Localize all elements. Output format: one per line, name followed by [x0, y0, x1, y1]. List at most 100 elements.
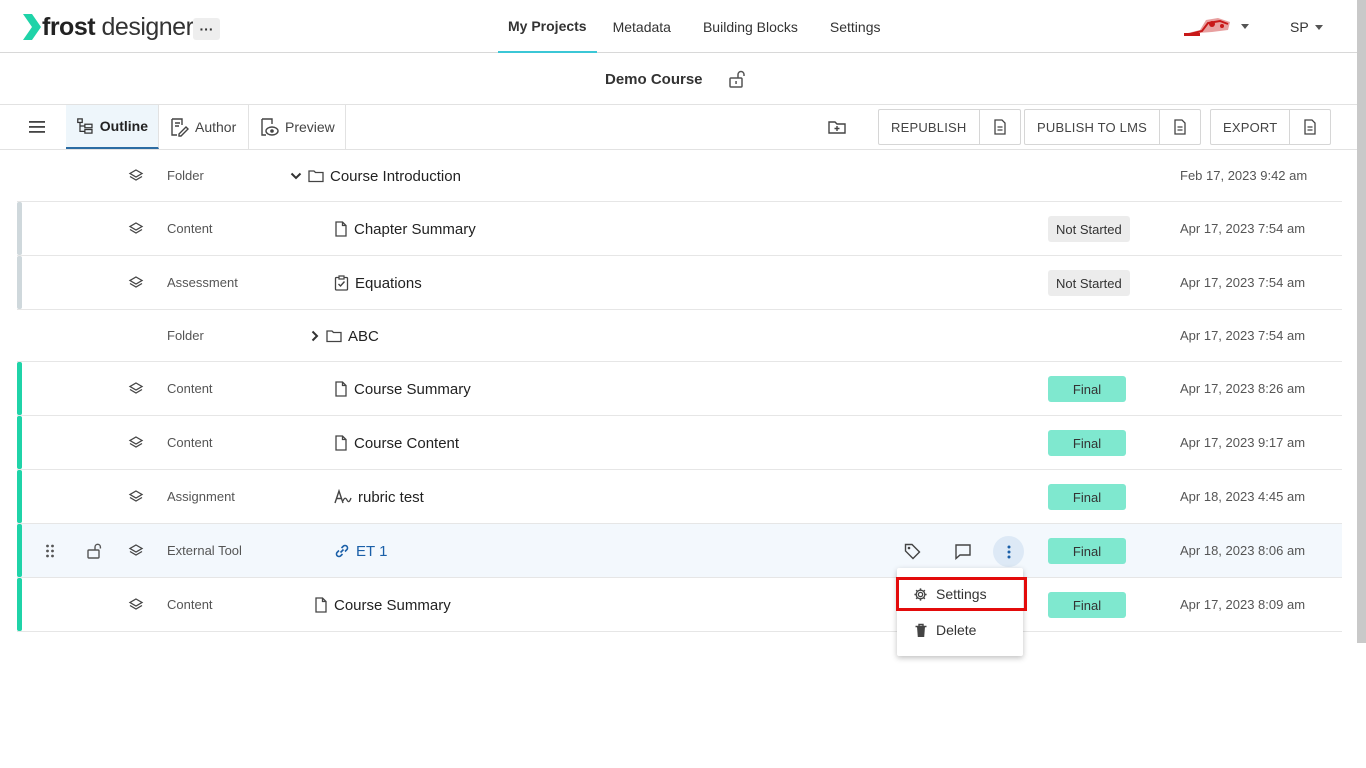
- chevron-down-icon[interactable]: [290, 171, 302, 181]
- item-name[interactable]: Course Summary: [334, 597, 451, 614]
- item-name[interactable]: ET 1: [356, 543, 387, 560]
- tab-author[interactable]: Author: [159, 105, 249, 149]
- menu-item-delete[interactable]: Delete: [897, 613, 1023, 647]
- table-row[interactable]: Assignment rubric test Final Apr 18, 2023 4…: [17, 470, 1342, 524]
- republish-log-button[interactable]: [978, 110, 1020, 144]
- item-type: Content: [167, 221, 213, 236]
- table-row[interactable]: External Tool ET 1 Final Apr 18, 2023 8:06 …: [17, 524, 1342, 578]
- tab-outline[interactable]: Outline: [66, 105, 159, 149]
- item-name[interactable]: Equations: [355, 275, 422, 292]
- layers-icon[interactable]: [128, 221, 144, 237]
- frost-designer-logo[interactable]: frost designer: [23, 12, 194, 42]
- table-row[interactable]: Content Course Content Final Apr 17, 2023 9…: [17, 416, 1342, 470]
- document-icon: [314, 597, 328, 613]
- table-row[interactable]: Content Chapter Summary Not Started Apr 17,…: [17, 202, 1342, 256]
- item-title[interactable]: ET 1: [334, 541, 387, 561]
- chevron-right-icon[interactable]: [310, 330, 320, 342]
- tab-preview[interactable]: Preview: [249, 105, 346, 149]
- item-title[interactable]: Course Summary: [314, 595, 451, 615]
- export-button-group: EXPORT: [1210, 109, 1332, 145]
- more-menu-button[interactable]: ···: [193, 18, 220, 40]
- more-actions-button[interactable]: [993, 536, 1024, 567]
- modified-date: Apr 17, 2023 9:17 am: [1180, 435, 1306, 450]
- nav-my-projects[interactable]: My Projects: [498, 0, 597, 53]
- status-badge: Not Started: [1048, 270, 1130, 296]
- table-row[interactable]: Assessment Equations Not Started Apr 17, 20…: [17, 256, 1342, 310]
- layers-icon[interactable]: [128, 168, 144, 184]
- page-scrollbar[interactable]: [1357, 0, 1366, 643]
- item-title[interactable]: Course Content: [334, 433, 459, 453]
- modified-date: Apr 17, 2023 8:26 am: [1180, 381, 1306, 396]
- tab-preview-label: Preview: [285, 119, 335, 135]
- layers-icon[interactable]: [128, 435, 144, 451]
- table-row[interactable]: Content Course Summary Final Apr 17, 2023 8…: [17, 362, 1342, 416]
- item-type: Assignment: [167, 489, 235, 504]
- top-navbar: frost designer ··· My Projects Metadata …: [0, 0, 1366, 53]
- unlock-icon[interactable]: [729, 70, 745, 88]
- status-bar: [17, 416, 22, 469]
- item-name[interactable]: Chapter Summary: [354, 221, 476, 238]
- republish-button[interactable]: REPUBLISH: [879, 110, 979, 144]
- table-row[interactable]: Folder ABC Apr 17, 2023 7:54 am: [17, 310, 1342, 362]
- item-title[interactable]: Course Summary: [334, 379, 471, 399]
- publish-to-lms-button[interactable]: PUBLISH TO LMS: [1025, 110, 1159, 144]
- modified-date: Feb 17, 2023 9:42 am: [1180, 168, 1308, 183]
- status-badge: Final: [1048, 484, 1126, 510]
- org-dropdown-caret-icon[interactable]: [1241, 24, 1249, 29]
- item-name[interactable]: Course Introduction: [330, 168, 461, 185]
- menu-item-settings[interactable]: Settings: [896, 577, 1027, 611]
- item-type: Folder: [167, 168, 204, 183]
- status-bar: [17, 256, 22, 309]
- layers-icon[interactable]: [128, 275, 144, 291]
- hamburger-menu-icon[interactable]: [28, 119, 46, 135]
- drag-handle-icon[interactable]: [45, 544, 55, 558]
- outline-tree-icon: [77, 118, 93, 134]
- nav-settings[interactable]: Settings: [814, 0, 897, 53]
- item-title[interactable]: Chapter Summary: [334, 219, 476, 239]
- item-title[interactable]: Equations: [334, 273, 422, 293]
- status-badge: Final: [1048, 592, 1126, 618]
- table-row[interactable]: Content Course Summary Final Apr 17, 2023 8…: [17, 578, 1342, 632]
- outline-toolbar: Outline Author Preview REPUBLISH PUBLISH…: [0, 105, 1366, 150]
- table-row[interactable]: Folder Course Introduction Feb 17, 2023 9:…: [17, 150, 1342, 202]
- link-icon: [334, 543, 350, 559]
- page-title: Demo Course: [605, 71, 703, 88]
- item-type: Folder: [167, 328, 204, 343]
- edit-document-icon: [171, 118, 189, 137]
- modified-date: Apr 17, 2023 7:54 am: [1180, 221, 1306, 236]
- export-log-button[interactable]: [1289, 110, 1330, 144]
- user-menu[interactable]: SP: [1290, 19, 1323, 35]
- gear-icon: [914, 587, 927, 601]
- document-icon: [334, 221, 348, 237]
- item-name[interactable]: ABC: [348, 328, 379, 345]
- item-title[interactable]: rubric test: [334, 487, 424, 507]
- assignment-icon: [334, 489, 352, 505]
- layers-icon[interactable]: [128, 381, 144, 397]
- layers-icon[interactable]: [128, 489, 144, 505]
- comment-icon[interactable]: [954, 543, 972, 560]
- layers-icon[interactable]: [128, 543, 144, 559]
- document-icon: [334, 435, 348, 451]
- publish-log-button[interactable]: [1158, 110, 1200, 144]
- item-title[interactable]: ABC: [310, 326, 379, 346]
- menu-item-delete-label: Delete: [936, 622, 977, 638]
- tag-icon[interactable]: [904, 543, 921, 560]
- layers-icon[interactable]: [128, 597, 144, 613]
- status-bar: [17, 202, 22, 255]
- nav-metadata[interactable]: Metadata: [597, 0, 687, 53]
- item-name[interactable]: Course Content: [354, 435, 459, 452]
- document-icon: [1174, 119, 1186, 135]
- item-name[interactable]: rubric test: [358, 489, 424, 506]
- status-bar: [17, 470, 22, 523]
- organization-logo-icon[interactable]: [1182, 14, 1234, 38]
- status-badge: Final: [1048, 430, 1126, 456]
- export-button[interactable]: EXPORT: [1211, 110, 1289, 144]
- nav-building-blocks[interactable]: Building Blocks: [687, 0, 814, 53]
- add-folder-icon[interactable]: [828, 119, 846, 135]
- unlock-icon[interactable]: [87, 543, 103, 559]
- status-badge: Final: [1048, 538, 1126, 564]
- document-icon: [334, 381, 348, 397]
- modified-date: Apr 17, 2023 8:09 am: [1180, 597, 1306, 612]
- item-title[interactable]: Course Introduction: [290, 166, 461, 186]
- item-name[interactable]: Course Summary: [354, 381, 471, 398]
